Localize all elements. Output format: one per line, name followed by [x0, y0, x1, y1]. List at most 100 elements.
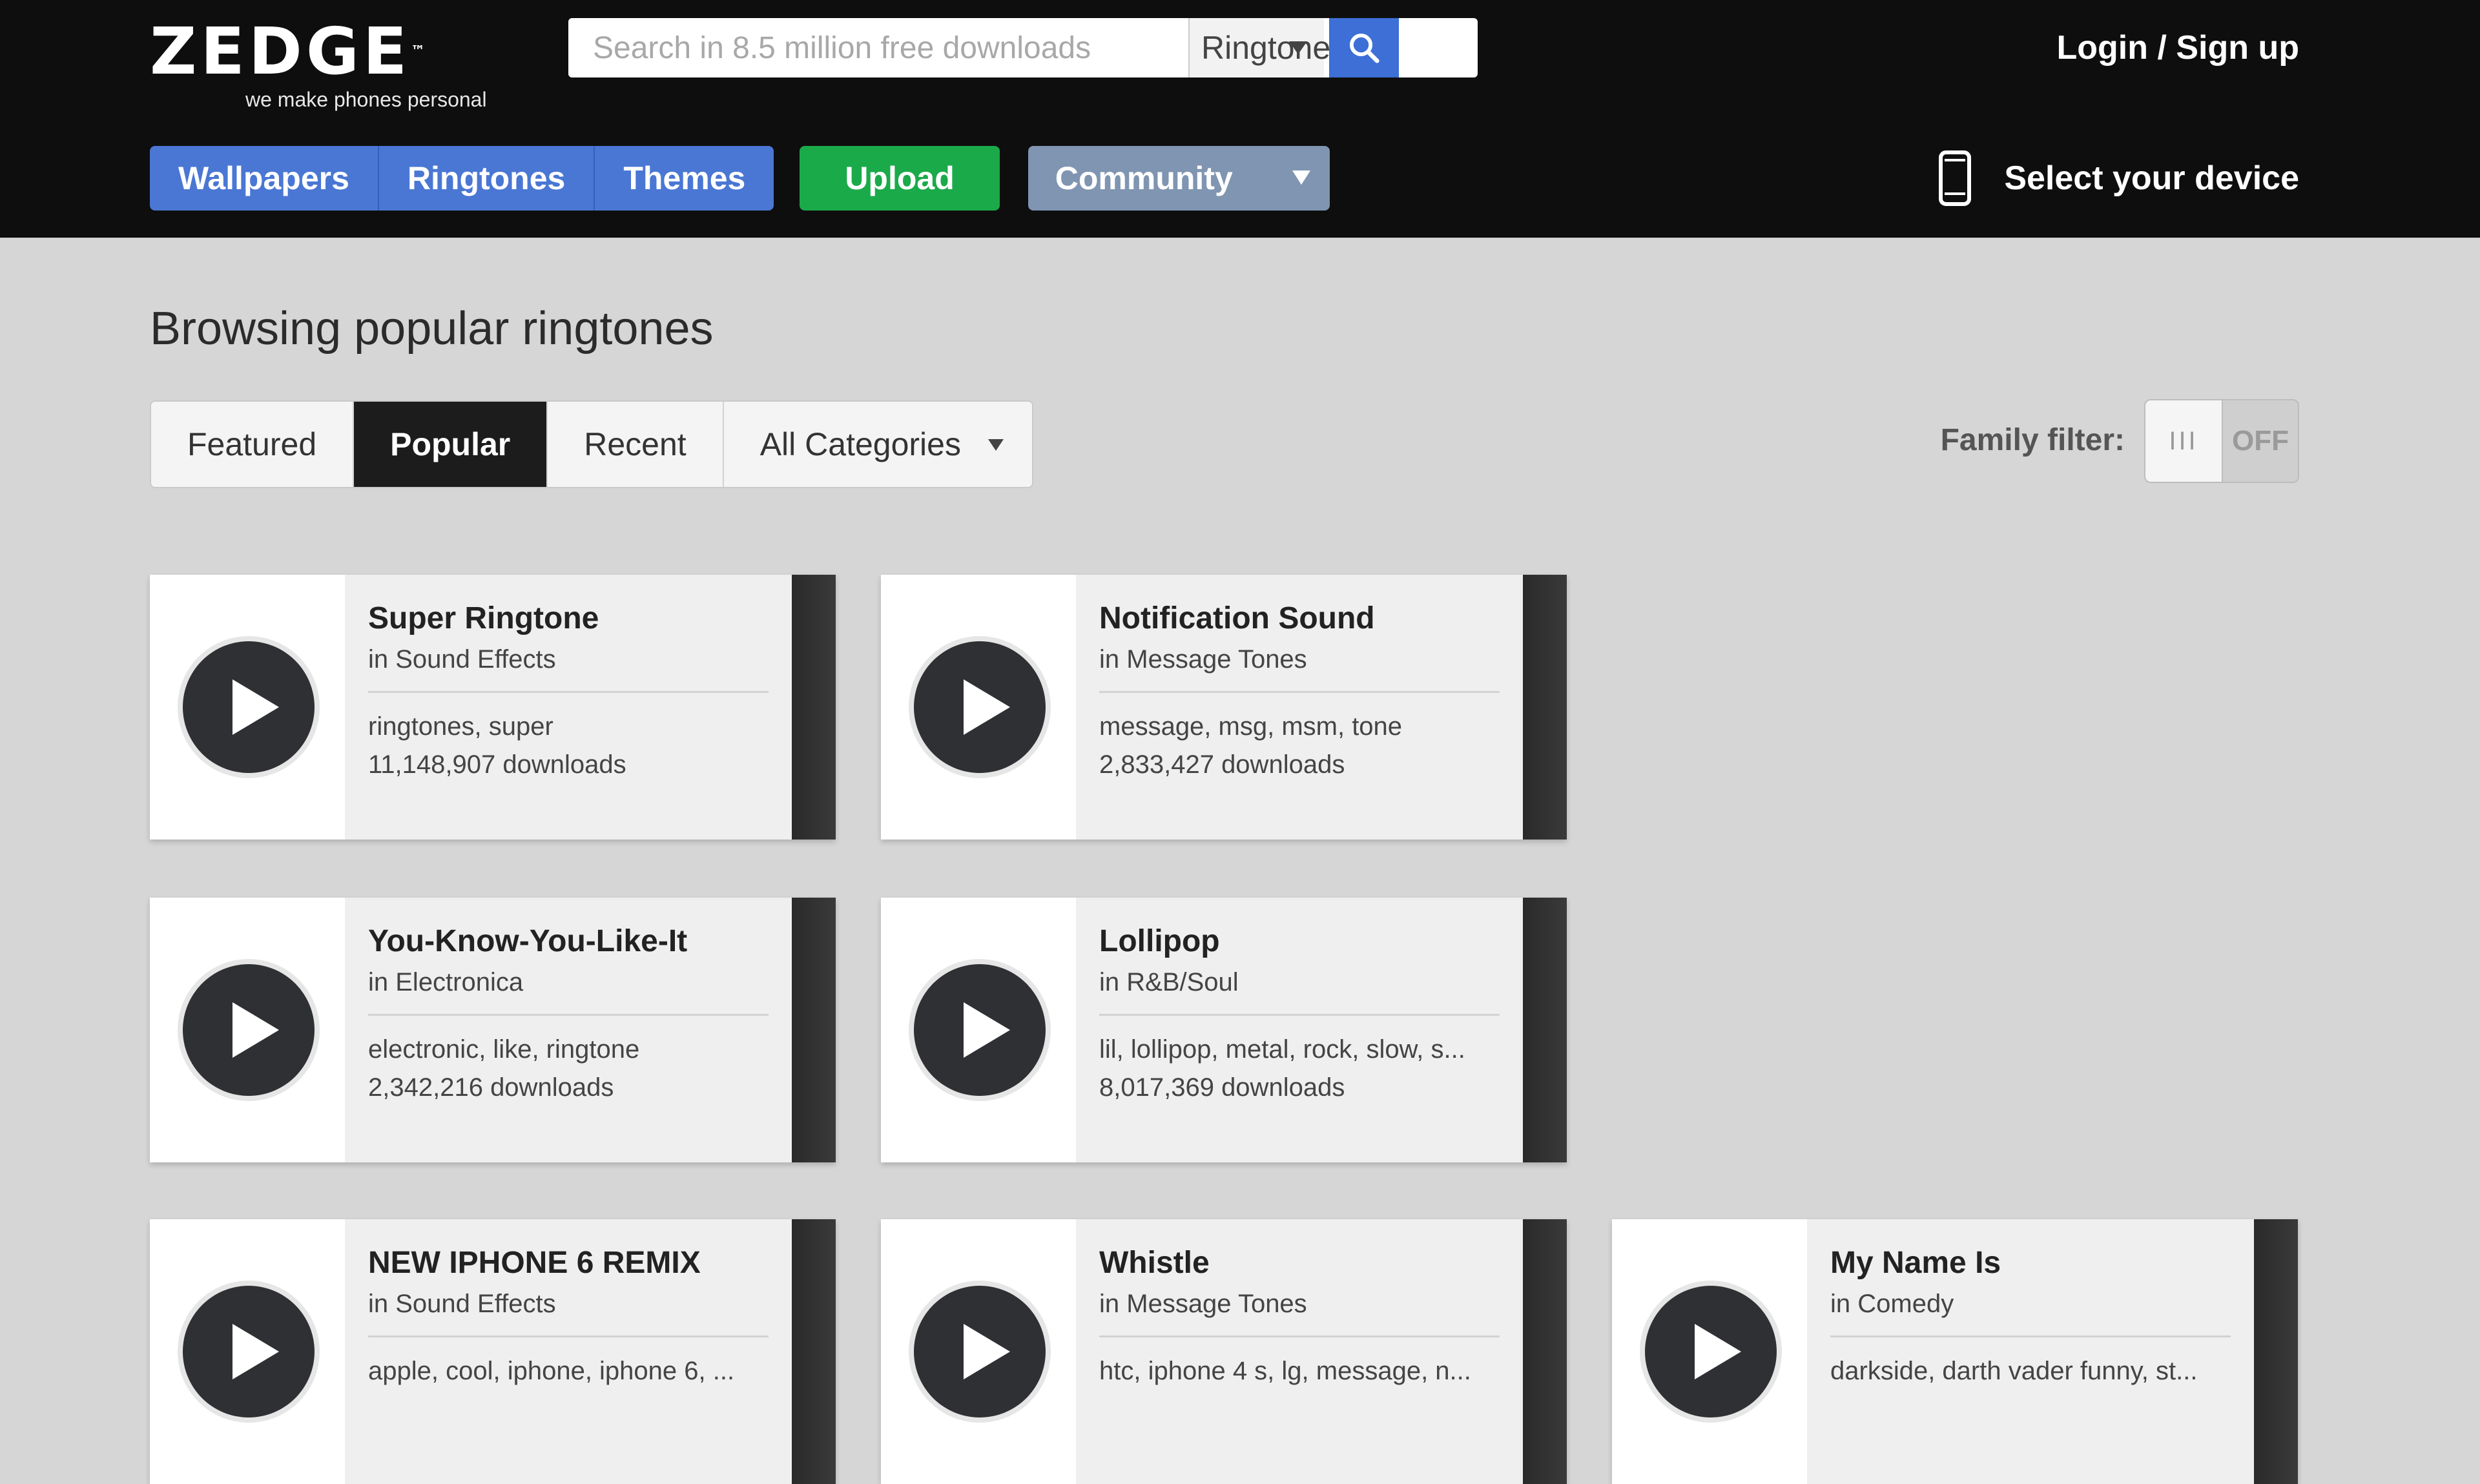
community-dropdown[interactable]: Community	[1028, 146, 1330, 211]
ringtone-info: My Name Is in Comedy darkside, darth vad…	[1830, 1245, 2250, 1395]
ringtone-title[interactable]: NEW IPHONE 6 REMIX	[368, 1245, 788, 1281]
card-edge	[1523, 898, 1567, 1162]
community-label: Community	[1055, 160, 1233, 196]
ringtone-card[interactable]: Whistle in Message Tones htc, iphone 4 s…	[881, 1219, 1567, 1484]
play-icon[interactable]	[1638, 1279, 1784, 1425]
ringtone-category[interactable]: in Message Tones	[1099, 645, 1519, 674]
search-input[interactable]	[568, 18, 1188, 77]
ringtone-card[interactable]: Notification Sound in Message Tones mess…	[881, 575, 1567, 840]
play-icon[interactable]	[907, 634, 1053, 780]
login-signup-link[interactable]: Login / Sign up	[2057, 28, 2299, 67]
ringtone-downloads: 11,148,907 downloads	[368, 750, 626, 779]
toggle-knob[interactable]: III	[2145, 400, 2223, 482]
search-icon	[1349, 33, 1380, 63]
ringtone-category[interactable]: in Electronica	[368, 968, 788, 997]
ringtone-title[interactable]: Super Ringtone	[368, 601, 788, 636]
ringtone-title[interactable]: Notification Sound	[1099, 601, 1519, 636]
ringtone-tags: htc, iphone 4 s, lg, message, n...	[1099, 1357, 1471, 1385]
ringtone-info: You-Know-You-Like-It in Electronica elec…	[368, 923, 788, 1102]
ringtone-thumb	[881, 1219, 1076, 1484]
ringtone-title[interactable]: Whistle	[1099, 1245, 1519, 1281]
card-edge	[1523, 1219, 1567, 1484]
divider	[1099, 1014, 1500, 1016]
ringtone-info: Lollipop in R&B/Soul lil, lollipop, meta…	[1099, 923, 1519, 1102]
ringtone-thumb	[150, 1219, 345, 1484]
ringtone-card[interactable]: Lollipop in R&B/Soul lil, lollipop, meta…	[881, 898, 1567, 1162]
play-icon[interactable]	[176, 1279, 322, 1425]
ringtone-thumb	[150, 575, 345, 840]
ringtone-info: Notification Sound in Message Tones mess…	[1099, 601, 1519, 779]
play-icon[interactable]	[176, 634, 322, 780]
family-filter-label: Family filter:	[1940, 423, 2125, 457]
nav-ringtones[interactable]: Ringtones	[378, 146, 595, 211]
phone-icon	[1939, 150, 1972, 206]
ringtone-thumb	[150, 898, 345, 1162]
card-edge	[2254, 1219, 2298, 1484]
main-nav: Wallpapers Ringtones Themes Upload Commu…	[150, 146, 1330, 211]
ringtone-category[interactable]: in Sound Effects	[368, 1290, 788, 1319]
divider	[1099, 1335, 1500, 1337]
ringtone-tags: electronic, like, ringtone	[368, 1035, 640, 1064]
ringtone-category[interactable]: in Sound Effects	[368, 645, 788, 674]
ringtone-downloads: 2,342,216 downloads	[368, 1073, 614, 1102]
ringtone-thumb	[1612, 1219, 1807, 1484]
nav-wallpapers[interactable]: Wallpapers	[150, 146, 379, 211]
ringtone-downloads: 2,833,427 downloads	[1099, 750, 1345, 779]
ringtone-category[interactable]: in R&B/Soul	[1099, 968, 1519, 997]
browse-tabs: Featured Popular Recent All Categories	[150, 400, 1033, 488]
play-icon[interactable]	[176, 957, 322, 1103]
ringtone-card[interactable]: Super Ringtone in Sound Effects ringtone…	[150, 575, 836, 840]
content-nav-group: Wallpapers Ringtones Themes	[150, 146, 774, 211]
zedge-logo[interactable]: ZEDGE™	[150, 19, 425, 84]
logo-tm: ™	[411, 43, 426, 59]
tab-featured[interactable]: Featured	[151, 402, 355, 487]
card-edge	[1523, 575, 1567, 840]
divider	[368, 1014, 769, 1016]
select-device-link[interactable]: Select your device	[1938, 146, 2299, 211]
top-bar: ZEDGE™ we make phones personal Ringtones…	[0, 0, 2480, 238]
ringtone-tags: darkside, darth vader funny, st...	[1830, 1357, 2198, 1385]
ringtone-info: Super Ringtone in Sound Effects ringtone…	[368, 601, 788, 779]
search-button[interactable]	[1329, 18, 1399, 77]
categories-dropdown[interactable]: All Categories	[724, 402, 1032, 487]
ringtone-tags: lil, lollipop, metal, rock, slow, s...	[1099, 1035, 1465, 1064]
play-icon[interactable]	[907, 957, 1053, 1103]
divider	[1830, 1335, 2231, 1337]
tagline: we make phones personal	[245, 88, 487, 111]
tab-popular[interactable]: Popular	[354, 402, 548, 487]
ringtone-info: Whistle in Message Tones htc, iphone 4 s…	[1099, 1245, 1519, 1395]
ringtone-tags: ringtones, super	[368, 712, 553, 741]
chevron-down-icon	[987, 439, 1004, 451]
categories-label: All Categories	[760, 426, 961, 462]
ringtone-thumb	[881, 575, 1076, 840]
ringtone-card[interactable]: You-Know-You-Like-It in Electronica elec…	[150, 898, 836, 1162]
ringtone-downloads: 8,017,369 downloads	[1099, 1073, 1345, 1102]
family-filter-toggle[interactable]: III OFF	[2144, 399, 2299, 483]
divider	[368, 691, 769, 693]
ringtone-tags: apple, cool, iphone, iphone 6, ...	[368, 1357, 735, 1385]
ringtone-info: NEW IPHONE 6 REMIX in Sound Effects appl…	[368, 1245, 788, 1395]
toggle-state: OFF	[2232, 425, 2289, 457]
tab-recent[interactable]: Recent	[548, 402, 724, 487]
ringtone-category[interactable]: in Comedy	[1830, 1290, 2250, 1319]
divider	[1099, 691, 1500, 693]
card-edge	[792, 1219, 836, 1484]
page-title: Browsing popular ringtones	[150, 303, 714, 355]
select-device-label: Select your device	[2004, 160, 2299, 197]
ringtone-tags: message, msg, msm, tone	[1099, 712, 1403, 741]
ringtone-title[interactable]: You-Know-You-Like-It	[368, 923, 788, 959]
ringtone-title[interactable]: My Name Is	[1830, 1245, 2250, 1281]
search-scope-label: Ringtones	[1201, 30, 1347, 66]
search-bar: Ringtones	[568, 18, 1478, 77]
divider	[368, 1335, 769, 1337]
ringtone-card[interactable]: My Name Is in Comedy darkside, darth vad…	[1612, 1219, 2298, 1484]
ringtone-category[interactable]: in Message Tones	[1099, 1290, 1519, 1319]
ringtone-title[interactable]: Lollipop	[1099, 923, 1519, 959]
nav-themes[interactable]: Themes	[595, 146, 774, 211]
upload-button[interactable]: Upload	[800, 146, 1000, 211]
logo-text: ZEDGE	[150, 14, 411, 89]
card-edge	[792, 898, 836, 1162]
play-icon[interactable]	[907, 1279, 1053, 1425]
ringtone-card[interactable]: NEW IPHONE 6 REMIX in Sound Effects appl…	[150, 1219, 836, 1484]
ringtone-thumb	[881, 898, 1076, 1162]
